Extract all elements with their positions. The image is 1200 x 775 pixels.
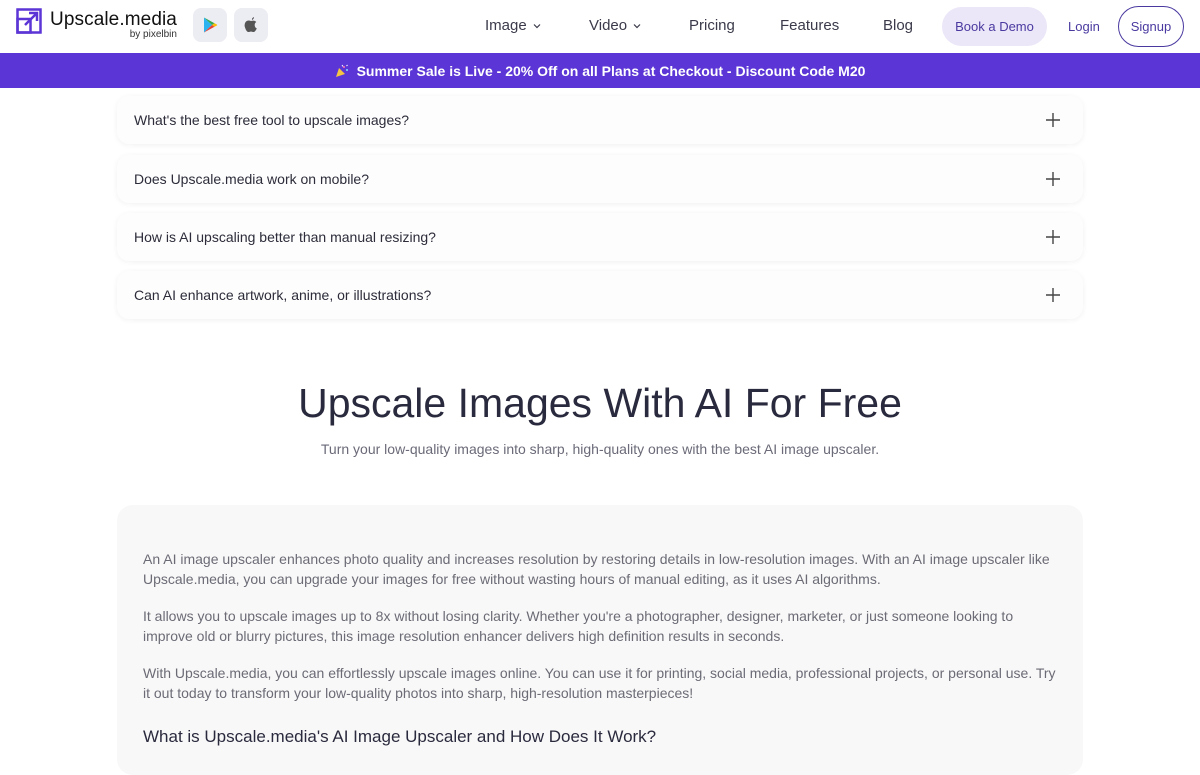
description-paragraph: It allows you to upscale images up to 8x… bbox=[143, 608, 1014, 644]
apple-icon bbox=[244, 17, 257, 33]
party-popper-icon bbox=[335, 64, 348, 77]
login-link[interactable]: Login bbox=[1068, 19, 1100, 34]
google-play-icon bbox=[204, 17, 218, 33]
logo-subtitle: by pixelbin bbox=[129, 29, 177, 40]
description-card: An AI image upscaler enhances photo qual… bbox=[117, 505, 1083, 775]
page-subtitle: Turn your low-quality images into sharp,… bbox=[320, 441, 880, 457]
faq-item[interactable]: What's the best free tool to upscale ima… bbox=[117, 96, 1083, 144]
nav-video[interactable]: Video bbox=[589, 17, 641, 34]
description-paragraph: An AI image upscaler enhances photo qual… bbox=[143, 551, 1050, 587]
faq-item[interactable]: How is AI upscaling better than manual r… bbox=[117, 213, 1083, 261]
google-play-button[interactable] bbox=[193, 8, 227, 42]
faq-question: Can AI enhance artwork, anime, or illust… bbox=[134, 287, 432, 303]
faq-question: How is AI upscaling better than manual r… bbox=[134, 229, 436, 245]
nav-features-label: Features bbox=[780, 17, 840, 34]
chevron-down-icon bbox=[533, 23, 541, 28]
section-heading: What is Upscale.media's AI Image Upscale… bbox=[143, 727, 657, 746]
signup-button[interactable]: Signup bbox=[1118, 6, 1184, 47]
page-title: Upscale Images With AI For Free bbox=[298, 380, 902, 426]
chevron-down-icon bbox=[633, 23, 641, 28]
faq-item[interactable]: Can AI enhance artwork, anime, or illust… bbox=[117, 271, 1083, 319]
nav-image[interactable]: Image bbox=[485, 17, 541, 34]
nav-video-label: Video bbox=[589, 17, 628, 34]
faq-item[interactable]: Does Upscale.media work on mobile? bbox=[117, 155, 1083, 203]
book-demo-button[interactable]: Book a Demo bbox=[942, 7, 1047, 46]
nav-features[interactable]: Features bbox=[780, 17, 839, 34]
nav-pricing[interactable]: Pricing bbox=[689, 17, 735, 34]
faq-question: Does Upscale.media work on mobile? bbox=[134, 171, 369, 187]
app-store-button[interactable] bbox=[234, 8, 268, 42]
promo-banner-text: Summer Sale is Live - 20% Off on all Pla… bbox=[356, 62, 866, 79]
promo-banner[interactable]: Summer Sale is Live - 20% Off on all Pla… bbox=[0, 53, 1200, 88]
nav-blog-label: Blog bbox=[883, 17, 914, 34]
plus-icon bbox=[1046, 230, 1060, 244]
description-paragraph: With Upscale.media, you can effortlessly… bbox=[143, 665, 1056, 701]
site-header: Upscale.media by pixelbin Image Video Pr… bbox=[0, 0, 1200, 53]
upscale-logo-icon bbox=[16, 8, 42, 34]
nav-pricing-label: Pricing bbox=[689, 17, 735, 34]
faq-question: What's the best free tool to upscale ima… bbox=[134, 112, 410, 128]
logo[interactable]: Upscale.media by pixelbin bbox=[16, 8, 177, 40]
plus-icon bbox=[1046, 288, 1060, 302]
nav-blog[interactable]: Blog bbox=[883, 17, 913, 34]
plus-icon bbox=[1046, 113, 1060, 127]
plus-icon bbox=[1046, 172, 1060, 186]
nav-image-label: Image bbox=[485, 17, 527, 34]
